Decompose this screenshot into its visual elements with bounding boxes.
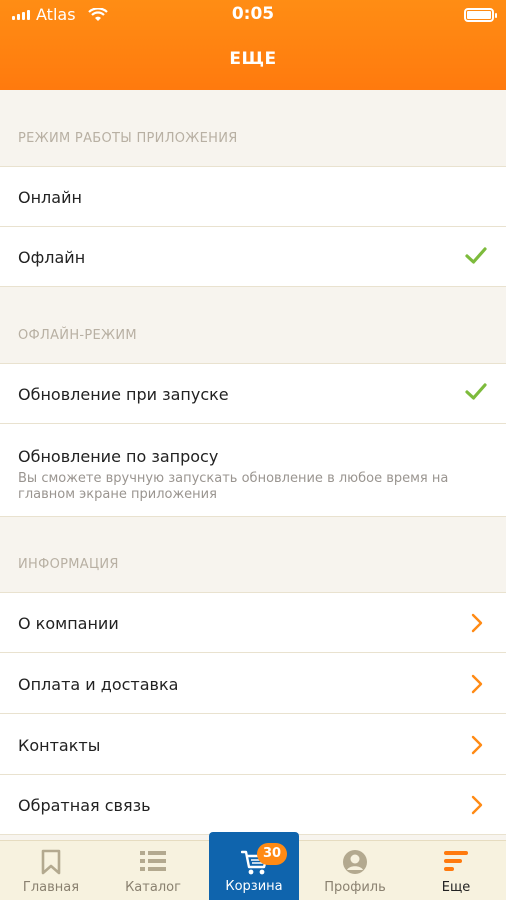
- tab-more[interactable]: Еще: [408, 841, 504, 900]
- option-online[interactable]: Онлайн: [0, 166, 506, 227]
- link-feedback[interactable]: Обратная связь: [0, 774, 506, 835]
- bookmark-icon: [41, 849, 61, 875]
- tab-label: Каталог: [125, 880, 181, 895]
- chevron-right-icon: [471, 613, 483, 633]
- status-bar: Atlas 0:05: [0, 0, 506, 30]
- settings-list: РЕЖИМ РАБОТЫ ПРИЛОЖЕНИЯ Онлайн Офлайн ОФ…: [0, 90, 506, 835]
- option-label: Обновление при запуске: [18, 385, 229, 404]
- chevron-right-icon: [471, 795, 483, 815]
- option-label: Офлайн: [18, 248, 86, 267]
- user-icon: [343, 850, 367, 874]
- link-payment-delivery[interactable]: Оплата и доставка: [0, 652, 506, 714]
- link-about-company[interactable]: О компании: [0, 592, 506, 653]
- chevron-right-icon: [471, 735, 483, 755]
- tab-catalog[interactable]: Каталог: [105, 841, 201, 900]
- page-title: ЕЩЕ: [229, 49, 277, 69]
- tab-label: Еще: [441, 880, 471, 895]
- option-offline[interactable]: Офлайн: [0, 226, 506, 287]
- tab-cart[interactable]: 30 Корзина: [209, 832, 299, 900]
- tab-profile[interactable]: Профиль: [307, 841, 403, 900]
- battery-icon: [464, 8, 497, 22]
- link-label: Обратная связь: [18, 796, 151, 815]
- link-label: О компании: [18, 614, 119, 633]
- option-update-on-launch[interactable]: Обновление при запуске: [0, 363, 506, 424]
- app-header: Atlas 0:05 ЕЩЕ: [0, 0, 506, 90]
- status-time: 0:05: [231, 4, 275, 24]
- link-label: Контакты: [18, 736, 101, 755]
- more-lines-icon: [444, 851, 468, 871]
- tab-home[interactable]: Главная: [3, 841, 99, 900]
- tab-label: Профиль: [324, 880, 386, 895]
- section-title-info: ИНФОРМАЦИЯ: [18, 557, 119, 572]
- section-title-mode: РЕЖИМ РАБОТЫ ПРИЛОЖЕНИЯ: [18, 131, 238, 146]
- section-title-offline: ОФЛАЙН-РЕЖИМ: [18, 328, 137, 343]
- option-subtitle: Вы сможете вручную запускать обновление …: [18, 471, 449, 502]
- checkmark-icon: [465, 247, 487, 264]
- link-contacts[interactable]: Контакты: [0, 713, 506, 775]
- tab-label: Корзина: [225, 879, 283, 894]
- chevron-right-icon: [471, 674, 483, 694]
- cart-count-badge: 30: [257, 843, 287, 865]
- checkmark-icon: [465, 383, 487, 400]
- option-label: Обновление по запросу: [18, 447, 219, 466]
- list-icon: [140, 851, 166, 871]
- tab-label: Главная: [22, 880, 80, 895]
- option-label: Онлайн: [18, 188, 82, 207]
- link-label: Оплата и доставка: [18, 675, 179, 694]
- option-update-on-request[interactable]: Обновление по запросу Вы сможете вручную…: [0, 423, 506, 517]
